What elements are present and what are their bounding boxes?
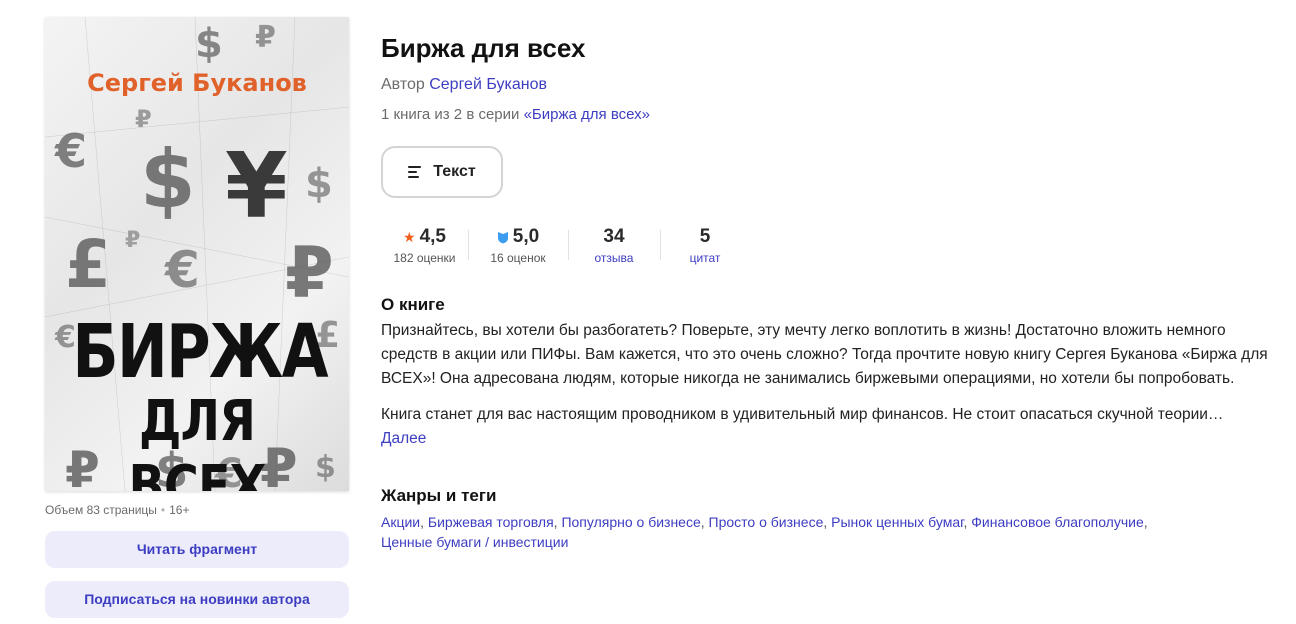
read-more-link[interactable]: Далее [381,427,1281,451]
tag-separator: , [553,514,558,530]
svg-text:₽: ₽ [285,232,334,314]
genre-tag[interactable]: Популярно о бизнесе [561,514,700,530]
description-paragraph: Признайтесь, вы хотели бы разбогатеть? П… [381,322,1268,387]
author-line: Автор Сергей Буканов [381,74,1281,96]
stat-reviews[interactable]: 34 отзыва [568,226,660,266]
text-lines-icon [408,166,422,178]
book-title: Биржа для всех [381,33,586,63]
stat-lb-rating[interactable]: 5,0 16 оценок [468,226,568,266]
genre-tag[interactable]: Просто о бизнесе [709,514,824,530]
book-meta: Объем 83 страницы • 16+ [45,502,349,518]
description-paragraph: Книга станет для вас настоящим проводник… [381,406,1224,423]
genre-tags: Акции, Биржевая торговля, Популярно о би… [381,512,1261,552]
svg-text:₽: ₽ [125,228,140,253]
genre-tag[interactable]: Акции [381,514,420,530]
meta-separator: • [160,503,166,517]
series-link[interactable]: «Биржа для всех» [524,106,650,123]
quotes-value: 5 [699,226,711,247]
genre-tag[interactable]: Финансовое благополучие [971,514,1143,530]
about-title: О книге [381,295,445,314]
shield-icon [497,231,508,243]
tag-separator: , [420,514,425,530]
genres-section: Жанры и теги Акции, Биржевая торговля, П… [381,484,1281,552]
page-count: Объем 83 страницы [45,503,157,517]
author-prefix: Автор [381,76,425,93]
tag-separator: , [700,514,705,530]
cover-column: $ ₽ € $ ¥ $ £ € ₽ € £ ₽ $ € ₽ $ ₽ ₽ Серг… [45,17,349,618]
svg-text:₽: ₽ [135,105,152,133]
svg-text:€: € [164,241,200,299]
cover-title-line1: БИРЖА [72,309,328,395]
cover-author-text: Сергей Буканов [87,69,307,97]
quotes-link[interactable]: цитат [672,250,738,266]
svg-text:€: € [54,124,87,178]
format-text-button[interactable]: Текст [381,146,503,198]
book-cover[interactable]: $ ₽ € $ ¥ $ £ € ₽ € £ ₽ $ € ₽ $ ₽ ₽ Серг… [45,17,349,491]
svg-text:$: $ [195,21,223,67]
lb-rating-value: 5,0 [512,226,540,247]
rating-count: 182 оценки [393,251,456,265]
genre-tag[interactable]: Рынок ценных бумаг [831,514,963,530]
rating-value: 4,5 [419,226,446,247]
tag-separator: , [963,514,968,530]
svg-text:¥: ¥ [225,134,288,239]
stat-rating[interactable]: ★ 4,5 182 оценки [381,226,468,266]
tag-separator: , [1143,514,1148,530]
stat-quotes[interactable]: 5 цитат [660,226,750,266]
read-fragment-button[interactable]: Читать фрагмент [45,531,349,568]
genre-tag[interactable]: Биржевая торговля [428,514,554,530]
svg-text:$: $ [305,161,333,207]
subscribe-author-button[interactable]: Подписаться на новинки автора [45,581,349,618]
genre-tag[interactable]: Ценные бумаги / инвестиции [381,534,568,550]
series-prefix: 1 книга из 2 в серии [381,106,520,123]
about-section: О книге Признайтесь, вы хотели бы разбог… [381,293,1281,451]
tag-separator: , [823,514,828,530]
book-info: Биржа для всех Автор Сергей Буканов 1 кн… [381,30,1281,552]
series-line: 1 книга из 2 в серии «Биржа для всех» [381,104,1281,126]
reviews-link[interactable]: отзыва [580,250,648,266]
age-rating: 16+ [169,503,190,517]
format-label: Текст [433,163,476,180]
reviews-value: 34 [603,226,625,247]
author-link[interactable]: Сергей Буканов [429,76,547,93]
svg-text:£: £ [65,226,111,303]
book-description: Признайтесь, вы хотели бы разбогатеть? П… [381,319,1286,427]
lb-rating-count: 16 оценок [490,251,546,265]
svg-text:$: $ [140,133,196,226]
cover-title-line2: ДЛЯ ВСЕХ [128,389,266,491]
genres-title: Жанры и теги [381,486,497,505]
stats-row: ★ 4,5 182 оценки 5,0 16 оценок 34 отзыва … [381,226,1281,266]
star-icon: ★ [403,229,416,245]
svg-text:₽: ₽ [255,20,276,55]
